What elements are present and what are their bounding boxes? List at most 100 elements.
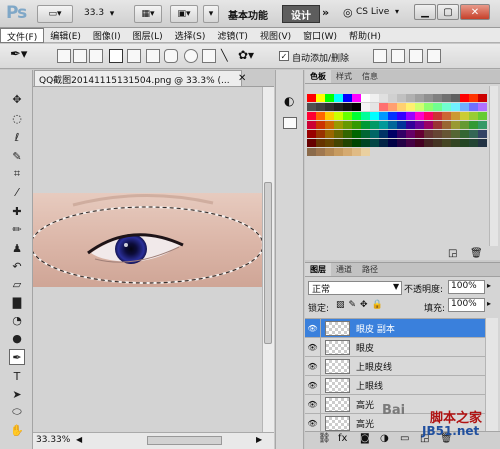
pen-tool-preset-icon[interactable]: ✒▾: [10, 47, 27, 62]
workspace-more-button[interactable]: »: [322, 6, 329, 19]
swatch[interactable]: [478, 139, 487, 147]
swatch[interactable]: [460, 139, 469, 147]
swatch[interactable]: [343, 94, 352, 102]
marquee-tool-icon[interactable]: ◌: [9, 110, 25, 126]
history-panel-icon[interactable]: ◐: [284, 94, 294, 108]
swatch[interactable]: [361, 121, 370, 129]
swatch[interactable]: [334, 130, 343, 138]
swatch[interactable]: [307, 112, 316, 120]
swatch[interactable]: [361, 139, 370, 147]
swatch[interactable]: [451, 130, 460, 138]
dodge-tool-icon[interactable]: ●: [9, 330, 25, 346]
blur-tool-icon[interactable]: ◔: [9, 312, 25, 328]
menu-file[interactable]: 文件(F): [0, 28, 45, 43]
swatch[interactable]: [316, 94, 325, 102]
swatch[interactable]: [316, 112, 325, 120]
tab-styles[interactable]: 样式: [331, 70, 357, 83]
swatch[interactable]: [460, 94, 469, 102]
swatch[interactable]: [334, 94, 343, 102]
layer-style-icon[interactable]: fx: [338, 433, 347, 444]
swatch[interactable]: [307, 94, 316, 102]
eye-icon[interactable]: 👁: [305, 319, 321, 338]
layer-row[interactable]: 👁 眼皮: [305, 337, 485, 357]
swatches-scrollbar[interactable]: [489, 86, 498, 246]
swatch[interactable]: [334, 121, 343, 129]
swatch[interactable]: [415, 121, 424, 129]
swatch[interactable]: [469, 139, 478, 147]
history-brush-tool-icon[interactable]: ↶: [9, 258, 25, 274]
eraser-tool-icon[interactable]: ▱: [9, 276, 25, 292]
swatch[interactable]: [379, 139, 388, 147]
swatch[interactable]: [442, 130, 451, 138]
type-tool-icon[interactable]: T: [9, 368, 25, 384]
menu-select[interactable]: 选择(S): [169, 28, 212, 43]
screen-mode-button[interactable]: ▾: [203, 5, 219, 23]
swatch[interactable]: [379, 94, 388, 102]
swatch[interactable]: [325, 139, 334, 147]
swatch[interactable]: [478, 103, 487, 111]
tab-channels[interactable]: 通道: [331, 263, 357, 276]
swatch[interactable]: [397, 130, 406, 138]
swatch[interactable]: [406, 103, 415, 111]
swatch[interactable]: [334, 112, 343, 120]
gradient-tool-icon[interactable]: ▇: [9, 294, 25, 310]
swatch[interactable]: [343, 148, 352, 156]
swatch[interactable]: [316, 103, 325, 111]
clone-stamp-tool-icon[interactable]: ♟: [9, 240, 25, 256]
tab-paths[interactable]: 路径: [357, 263, 383, 276]
tab-layers[interactable]: 图层: [305, 263, 331, 276]
swatch[interactable]: [397, 121, 406, 129]
menu-edit[interactable]: 编辑(E): [44, 28, 87, 43]
swatch[interactable]: [451, 121, 460, 129]
view-extras-button[interactable]: ▦▾: [134, 5, 162, 23]
swatch[interactable]: [361, 148, 370, 156]
custom-shape-icon[interactable]: ✿▾: [238, 48, 254, 62]
swatch[interactable]: [424, 139, 433, 147]
swatch[interactable]: [424, 94, 433, 102]
path-selection-tool-icon[interactable]: ➤: [9, 386, 25, 402]
document-image[interactable]: [33, 193, 262, 287]
ellipse-shape-icon[interactable]: [184, 49, 198, 63]
swatch[interactable]: [388, 139, 397, 147]
swatch[interactable]: [370, 103, 379, 111]
fill-pixels-icon[interactable]: [89, 49, 103, 63]
swatch[interactable]: [478, 112, 487, 120]
swatch[interactable]: [451, 112, 460, 120]
swatch[interactable]: [442, 121, 451, 129]
status-zoom-level[interactable]: 33.33%: [36, 435, 70, 445]
menu-help[interactable]: 帮助(H): [343, 28, 387, 43]
swatch[interactable]: [316, 148, 325, 156]
swatch[interactable]: [343, 112, 352, 120]
shape-layers-icon[interactable]: [57, 49, 71, 63]
zoom-dropdown-arrow[interactable]: ▾: [106, 5, 118, 23]
swatch[interactable]: [307, 103, 316, 111]
swatch[interactable]: [325, 94, 334, 102]
swatch[interactable]: [433, 112, 442, 120]
swatch[interactable]: [460, 121, 469, 129]
fill-input[interactable]: 100%: [448, 298, 485, 312]
swatch[interactable]: [379, 112, 388, 120]
polygon-shape-icon[interactable]: [202, 49, 216, 63]
workspace-design[interactable]: 设计: [282, 5, 320, 23]
swatch[interactable]: [415, 103, 424, 111]
new-swatch-icon[interactable]: ◲: [448, 248, 457, 259]
pen-tool-icon[interactable]: ✒: [9, 349, 25, 365]
swatch[interactable]: [424, 112, 433, 120]
swatch[interactable]: [469, 121, 478, 129]
workspace-basic[interactable]: 基本功能: [228, 7, 268, 22]
blend-mode-dropdown-icon[interactable]: ▼: [393, 282, 399, 291]
auto-add-delete-checkbox[interactable]: ✓: [279, 51, 289, 61]
minimize-button[interactable]: ▁: [414, 4, 436, 20]
swatch[interactable]: [352, 112, 361, 120]
swatch[interactable]: [415, 112, 424, 120]
swatch[interactable]: [424, 121, 433, 129]
swatch[interactable]: [469, 94, 478, 102]
swatch[interactable]: [433, 139, 442, 147]
fill-slider-icon[interactable]: ▸: [487, 299, 491, 308]
swatch[interactable]: [406, 112, 415, 120]
swatch[interactable]: [415, 94, 424, 102]
swatch[interactable]: [316, 121, 325, 129]
crop-tool-icon[interactable]: ⌗: [9, 166, 25, 182]
freeform-pen-icon[interactable]: [127, 49, 141, 63]
swatch[interactable]: [478, 94, 487, 102]
